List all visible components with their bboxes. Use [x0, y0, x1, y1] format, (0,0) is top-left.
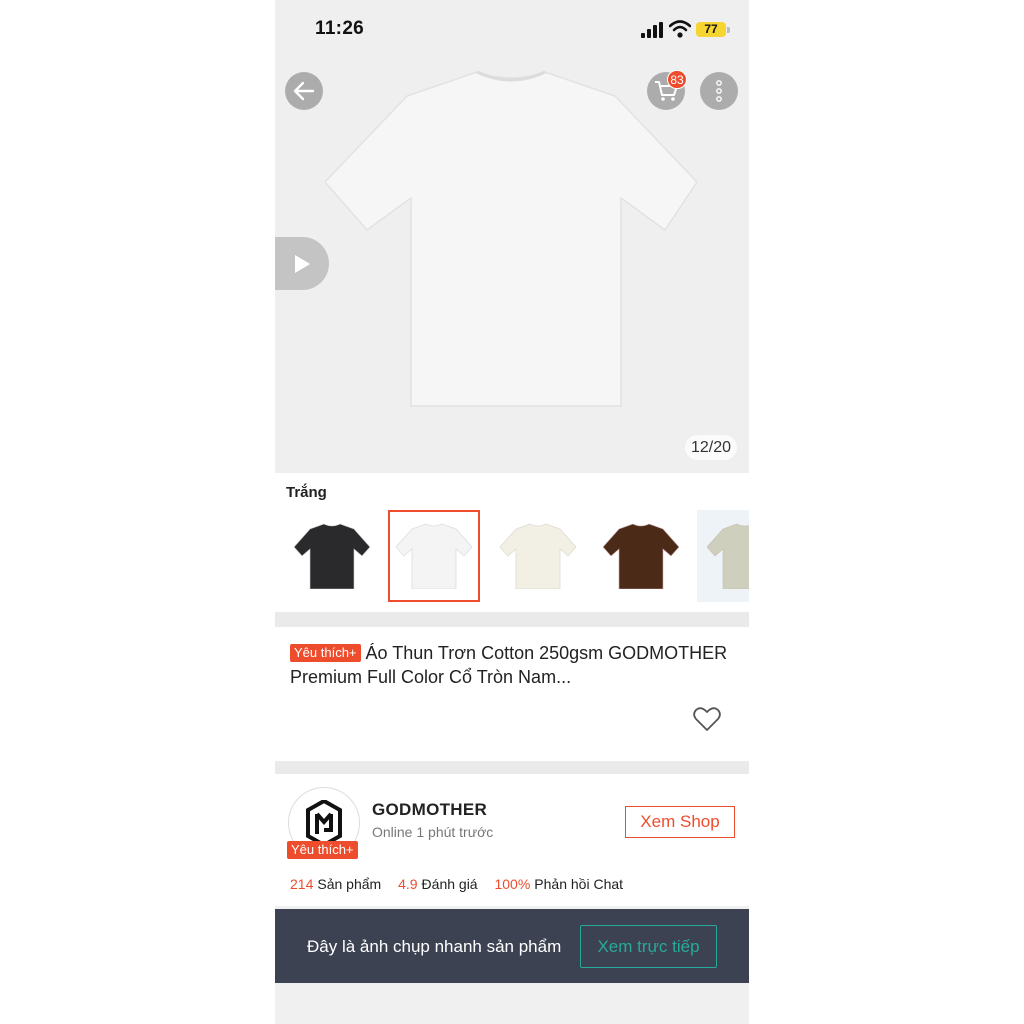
product-image-white-tshirt	[325, 70, 697, 407]
variant-thumb-sage[interactable]	[697, 510, 749, 602]
view-shop-button[interactable]: Xem Shop	[625, 806, 735, 838]
product-image-gallery[interactable]: 83 12/20	[275, 0, 749, 473]
variant-thumb-cream[interactable]	[492, 510, 584, 602]
variant-thumb-black[interactable]	[286, 510, 378, 602]
shop-name[interactable]: GODMOTHER	[372, 800, 487, 820]
tshirt-thumbnail	[707, 523, 749, 589]
back-button[interactable]	[285, 72, 323, 110]
preferred-badge: Yêu thích+	[290, 644, 361, 662]
arrow-left-icon	[293, 81, 315, 101]
product-title: Yêu thích+ Áo Thun Trơn Cotton 250gsm GOD…	[290, 641, 730, 689]
play-icon	[295, 254, 310, 273]
heart-icon[interactable]	[693, 706, 721, 732]
color-variant-selector: Trắng	[275, 473, 749, 612]
battery-tip	[727, 27, 730, 33]
section-divider	[275, 761, 749, 774]
status-bar: 11:26 77	[275, 0, 749, 56]
shop-stats: 214 Sản phẩm 4.9 Đánh giá 100% Phản hồi Cha…	[290, 876, 636, 892]
image-counter: 12/20	[685, 435, 737, 460]
product-title-section: Yêu thích+ Áo Thun Trơn Cotton 250gsm GOD…	[275, 627, 749, 761]
stat-rating: 4.9 Đánh giá	[398, 876, 478, 892]
shop-preferred-badge: Yêu thích+	[287, 841, 358, 859]
shop-section: Yêu thích+ GODMOTHER Online 1 phút trước…	[275, 774, 749, 906]
variant-thumb-brown[interactable]	[595, 510, 687, 602]
view-live-button[interactable]: Xem trực tiếp	[580, 925, 717, 968]
battery-indicator: 77	[696, 22, 726, 37]
more-vertical-icon	[716, 80, 722, 102]
selected-variant-label: Trắng	[286, 484, 327, 501]
more-options-button[interactable]	[700, 72, 738, 110]
tshirt-thumbnail	[396, 523, 472, 589]
godmother-logo	[306, 800, 342, 846]
play-video-button[interactable]	[275, 237, 329, 290]
tshirt-thumbnail	[500, 523, 576, 589]
shop-online-status: Online 1 phút trước	[372, 824, 494, 840]
status-time: 11:26	[315, 18, 365, 39]
phone-screen: 83 12/20 11:26 77 Trắng Yêu thích+ Áo Th…	[275, 0, 749, 1024]
wifi-icon	[669, 20, 691, 38]
section-divider	[275, 612, 749, 627]
variant-thumb-white[interactable]	[388, 510, 480, 602]
cellular-signal-icon	[641, 22, 663, 38]
tshirt-thumbnail	[294, 523, 370, 589]
stat-chat-response: 100% Phản hồi Chat	[494, 876, 624, 892]
snapshot-notice-text: Đây là ảnh chụp nhanh sản phẩm	[307, 937, 562, 956]
tshirt-thumbnail	[603, 523, 679, 589]
stat-products: 214 Sản phẩm	[290, 876, 382, 892]
cart-count-badge: 83	[667, 70, 687, 89]
snapshot-banner: Đây là ảnh chụp nhanh sản phẩm Xem trực …	[275, 909, 749, 983]
